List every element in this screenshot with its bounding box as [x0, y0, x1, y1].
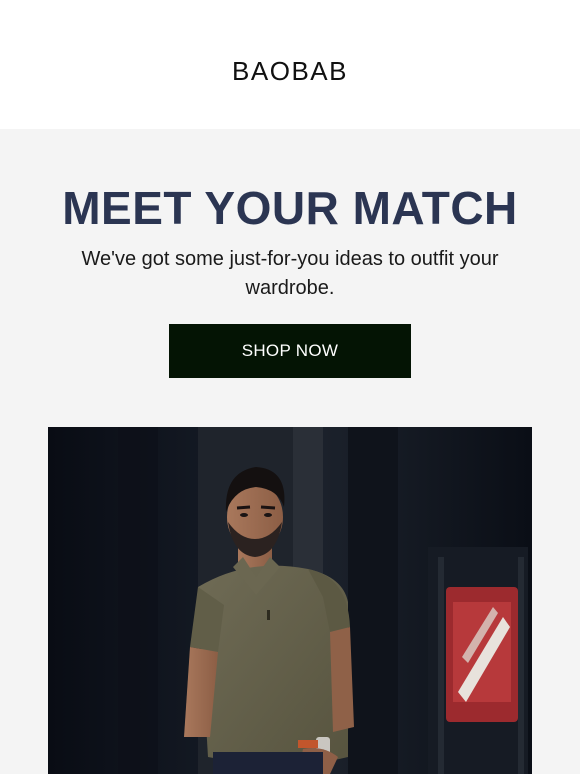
hero-section: MEET YOUR MATCH We've got some just-for-…	[0, 129, 580, 774]
man-in-polo-illustration	[48, 427, 532, 774]
hero-headline: MEET YOUR MATCH	[62, 182, 518, 234]
brand-logo[interactable]: BAOBAB	[232, 56, 348, 87]
shop-now-button[interactable]: SHOP NOW	[169, 324, 411, 378]
hero-subtext: We've got some just-for-you ideas to out…	[81, 248, 499, 299]
email-header: BAOBAB	[0, 0, 580, 129]
hero-product-image[interactable]	[48, 427, 532, 774]
